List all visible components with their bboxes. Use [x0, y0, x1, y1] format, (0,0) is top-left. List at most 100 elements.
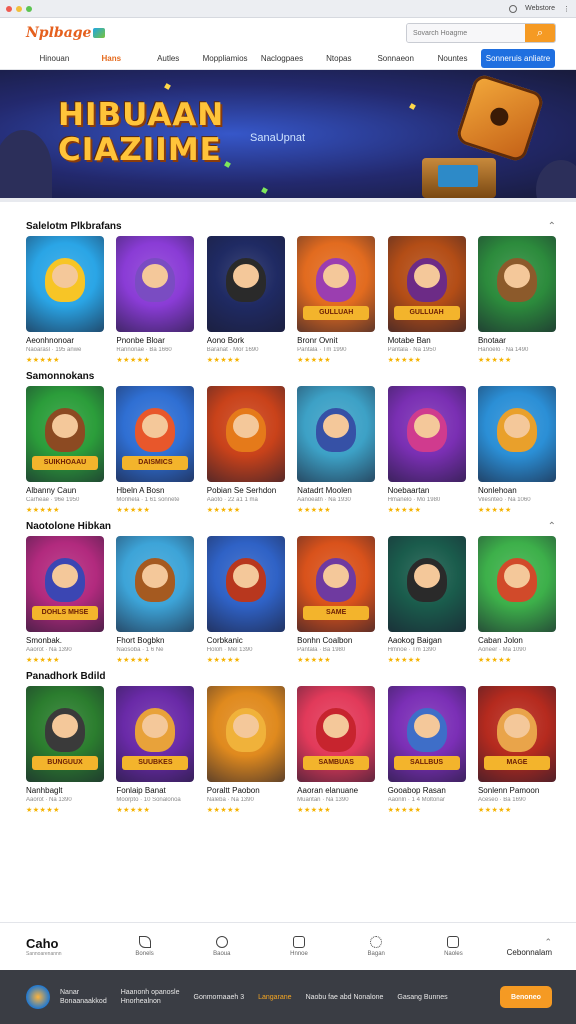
game-title[interactable]: Nonlehoan	[478, 486, 556, 495]
search-input[interactable]	[407, 24, 525, 42]
game-title[interactable]: Pobian Se Serhdon	[207, 486, 285, 495]
bottom-brand[interactable]: Caho Sannoarenannn	[26, 936, 106, 957]
hero-banner[interactable]: HIBUAAN CIAZIIME SanaUpnat	[0, 70, 576, 202]
tab-item-3[interactable]: Bagan	[338, 936, 415, 957]
game-title[interactable]: Bnotaar	[478, 336, 556, 345]
game-thumbnail[interactable]	[206, 686, 285, 782]
nav-item-6[interactable]: Sonnaeon	[367, 54, 424, 63]
game-title[interactable]: Bronr Ovnit	[297, 336, 375, 345]
game-title[interactable]: Motabe Ban	[388, 336, 466, 345]
tab-item-1[interactable]: Baoua	[183, 936, 260, 957]
game-thumbnail[interactable]: SAMBUAS	[297, 686, 376, 782]
nav-item-0[interactable]: Hinouan	[26, 54, 83, 63]
game-thumbnail[interactable]: SAME	[297, 536, 376, 632]
footer-link-5[interactable]: Gasang Bunnes	[397, 994, 447, 1001]
minimize-window-dot[interactable]	[16, 5, 22, 12]
refresh-icon[interactable]	[509, 4, 518, 13]
game-thumbnail[interactable]	[206, 386, 285, 482]
game-thumbnail[interactable]: BUNGUUX	[26, 686, 104, 782]
footer-link-2[interactable]: Gonmornaaeh 3	[194, 994, 245, 1001]
game-card[interactable]: Corbkanic Holoh · Mel 1390 ★★★★★	[206, 536, 285, 664]
game-title[interactable]: Aono Bork	[207, 336, 285, 345]
game-thumbnail[interactable]	[116, 236, 195, 332]
game-thumbnail[interactable]	[116, 536, 195, 632]
game-card[interactable]: Pobian Se Serhdon Aaoto · 22 a1 1 ma ★★★★★	[206, 386, 285, 514]
game-title[interactable]: Albanny Caun	[26, 486, 104, 495]
maximize-window-dot[interactable]	[26, 5, 32, 12]
game-thumbnail[interactable]	[477, 236, 556, 332]
game-card[interactable]: BUNGUUX Nanhbaglt Aaorot · Na 1390 ★★★★★	[26, 686, 104, 814]
game-thumbnail[interactable]	[26, 236, 104, 332]
game-title[interactable]: Fonlaip Banat	[116, 786, 194, 795]
game-card[interactable]: Aaokog Baigan Hmnoe · Tm 1390 ★★★★★	[387, 536, 466, 664]
game-title[interactable]: Poraltt Paobon	[207, 786, 285, 795]
chevron-up-icon[interactable]: ⌃	[548, 521, 556, 532]
game-thumbnail[interactable]: DOHLS MHSE	[26, 536, 104, 632]
nav-item-1[interactable]: Hans	[83, 54, 140, 63]
game-card[interactable]: Aono Bork Baranat · Mor 1690 ★★★★★	[206, 236, 285, 364]
game-thumbnail[interactable]: GULLUAH	[387, 236, 466, 332]
game-card[interactable]: SUUBKES Fonlaip Banat Moorpto · 10 Sonalon…	[116, 686, 195, 814]
game-card[interactable]: GULLUAH Bronr Ovnit Pantala · Tm 1990 ★★★★★	[297, 236, 376, 364]
game-thumbnail[interactable]	[297, 386, 376, 482]
game-card[interactable]: Fhort Bogbkn Naosoba · 1 6 Ne ★★★★★	[116, 536, 195, 664]
game-title[interactable]: Hbeln A Bosn	[116, 486, 194, 495]
menu-icon[interactable]: ⋮	[563, 5, 570, 13]
game-card[interactable]: SALLBUS Gooabop Rasan Aaonln · 1 4 Moltona…	[387, 686, 466, 814]
tab-item-2[interactable]: Hnnoe	[260, 936, 337, 957]
site-logo[interactable]: Nplbage	[26, 25, 106, 41]
close-window-dot[interactable]	[6, 5, 12, 12]
game-thumbnail[interactable]: GULLUAH	[297, 236, 376, 332]
game-thumbnail[interactable]	[477, 386, 556, 482]
nav-item-2[interactable]: Autles	[140, 54, 197, 63]
nav-cta-button[interactable]: Sonneruis anliatre	[481, 49, 555, 68]
game-card[interactable]: Nonlehoan Vilesnteo · Na 1060 ★★★★★	[477, 386, 556, 514]
game-thumbnail[interactable]	[206, 536, 285, 632]
game-card[interactable]: Caban Jolon Aoneer · Ma 1090 ★★★★★	[477, 536, 556, 664]
footer-link-3[interactable]: Langarane	[258, 994, 291, 1001]
game-card[interactable]: GULLUAH Motabe Ban Pantala · Na 1950 ★★★★★	[387, 236, 466, 364]
game-title[interactable]: Corbkanic	[207, 636, 285, 645]
bottom-right-link[interactable]: ⌃ Cebonnalam	[492, 937, 552, 957]
game-card[interactable]: Noebaartan Hmanelo · Mo 1980 ★★★★★	[387, 386, 466, 514]
game-title[interactable]: Fhort Bogbkn	[116, 636, 194, 645]
nav-item-3[interactable]: Moppliamios	[197, 54, 254, 63]
game-thumbnail[interactable]	[387, 386, 466, 482]
game-title[interactable]: Natadrt Moolen	[297, 486, 375, 495]
game-title[interactable]: Aeonhnonoar	[26, 336, 104, 345]
search-icon[interactable]: ⌕	[525, 24, 555, 42]
game-card[interactable]: Aeonhnonoar Naoarasl · 195 anwe ★★★★★	[26, 236, 104, 364]
tab-item-4[interactable]: Naoles	[415, 936, 492, 957]
tab-item-0[interactable]: Bonels	[106, 936, 183, 957]
game-title[interactable]: Sonlenn Pamoon	[478, 786, 556, 795]
game-thumbnail[interactable]: DAISMICS	[116, 386, 195, 482]
game-title[interactable]: Caban Jolon	[478, 636, 556, 645]
game-card[interactable]: Poraltt Paobon Naleba · Na 1390 ★★★★★	[206, 686, 285, 814]
nav-item-5[interactable]: Ntopas	[310, 54, 367, 63]
game-title[interactable]: Gooabop Rasan	[388, 786, 466, 795]
footer-action-button[interactable]: Benoneo	[500, 986, 552, 1008]
game-card[interactable]: Natadrt Moolen Aanoeatn · Na 1930 ★★★★★	[297, 386, 376, 514]
nav-item-4[interactable]: Naclogpaes	[254, 54, 311, 63]
game-title[interactable]: Aaokog Baigan	[388, 636, 466, 645]
game-thumbnail[interactable]: SALLBUS	[387, 686, 466, 782]
game-thumbnail[interactable]	[206, 236, 285, 332]
game-card[interactable]: Bnotaar Hanoelo · Na 1490 ★★★★★	[477, 236, 556, 364]
game-title[interactable]: Nanhbaglt	[26, 786, 104, 795]
game-card[interactable]: SAMBUAS Aaoran elanuane Muantan · Na 1390 ★…	[297, 686, 376, 814]
game-thumbnail[interactable]	[477, 536, 556, 632]
game-card[interactable]: Pnonbe Bloar Rannonae · Ba 1660 ★★★★★	[116, 236, 195, 364]
chevron-up-icon[interactable]: ⌃	[548, 221, 556, 232]
game-thumbnail[interactable]: MAGE	[477, 686, 556, 782]
footer-link-1[interactable]: Haanonh opanosle Hnorhealnon	[121, 988, 180, 1006]
game-title[interactable]: Noebaartan	[388, 486, 466, 495]
footer-link-4[interactable]: Naobu fae abd Nonalone	[306, 994, 384, 1001]
game-thumbnail[interactable]: SUIKHOAAU	[26, 386, 104, 482]
game-thumbnail[interactable]: SUUBKES	[116, 686, 195, 782]
game-title[interactable]: Bonhn Coalbon	[297, 636, 375, 645]
game-title[interactable]: Smonbak.	[26, 636, 104, 645]
game-card[interactable]: DOHLS MHSE Smonbak. Aaorot · Na 1390 ★★★★★	[26, 536, 104, 664]
nav-item-7[interactable]: Nountes	[424, 54, 481, 63]
game-card[interactable]: DAISMICS Hbeln A Bosn Monhela · 1 61 sonne…	[116, 386, 195, 514]
game-card[interactable]: SAME Bonhn Coalbon Pantala · Ba 1980 ★★★★★	[297, 536, 376, 664]
